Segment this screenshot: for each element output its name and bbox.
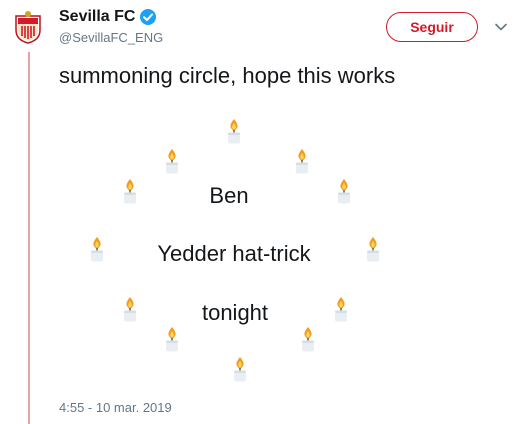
timestamp[interactable]: 4:55 - 10 mar. 2019: [59, 400, 172, 415]
verified-badge-icon: [140, 9, 157, 25]
account-name-row[interactable]: Sevilla FC: [59, 8, 157, 26]
avatar[interactable]: [12, 10, 44, 44]
chevron-down-icon[interactable]: [494, 20, 508, 34]
circle-line-3: tonight: [201, 300, 269, 325]
follow-button[interactable]: Seguir: [386, 12, 478, 42]
circle-line-2: Yedder hat-trick: [157, 241, 311, 266]
account-handle[interactable]: @SevillaFC_ENG: [59, 30, 163, 45]
account-name[interactable]: Sevilla FC: [59, 8, 135, 26]
candle-icon: [120, 178, 140, 204]
candle-icon: [292, 148, 312, 174]
candle-icon: [120, 296, 140, 322]
candle-icon: [334, 178, 354, 204]
candle-icon: [87, 236, 107, 262]
candle-icon: [162, 326, 182, 352]
candle-icon: [230, 356, 250, 382]
candle-icon: [162, 148, 182, 174]
candle-icon: [298, 326, 318, 352]
thread-line: [28, 52, 30, 424]
circle-line-1: Ben: [209, 183, 249, 208]
candle-icon: [363, 236, 383, 262]
tweet-text: summoning circle, hope this works: [59, 63, 396, 88]
candle-icon: [224, 118, 244, 144]
sevilla-crest-icon: [15, 11, 41, 44]
candle-icon: [331, 296, 351, 322]
